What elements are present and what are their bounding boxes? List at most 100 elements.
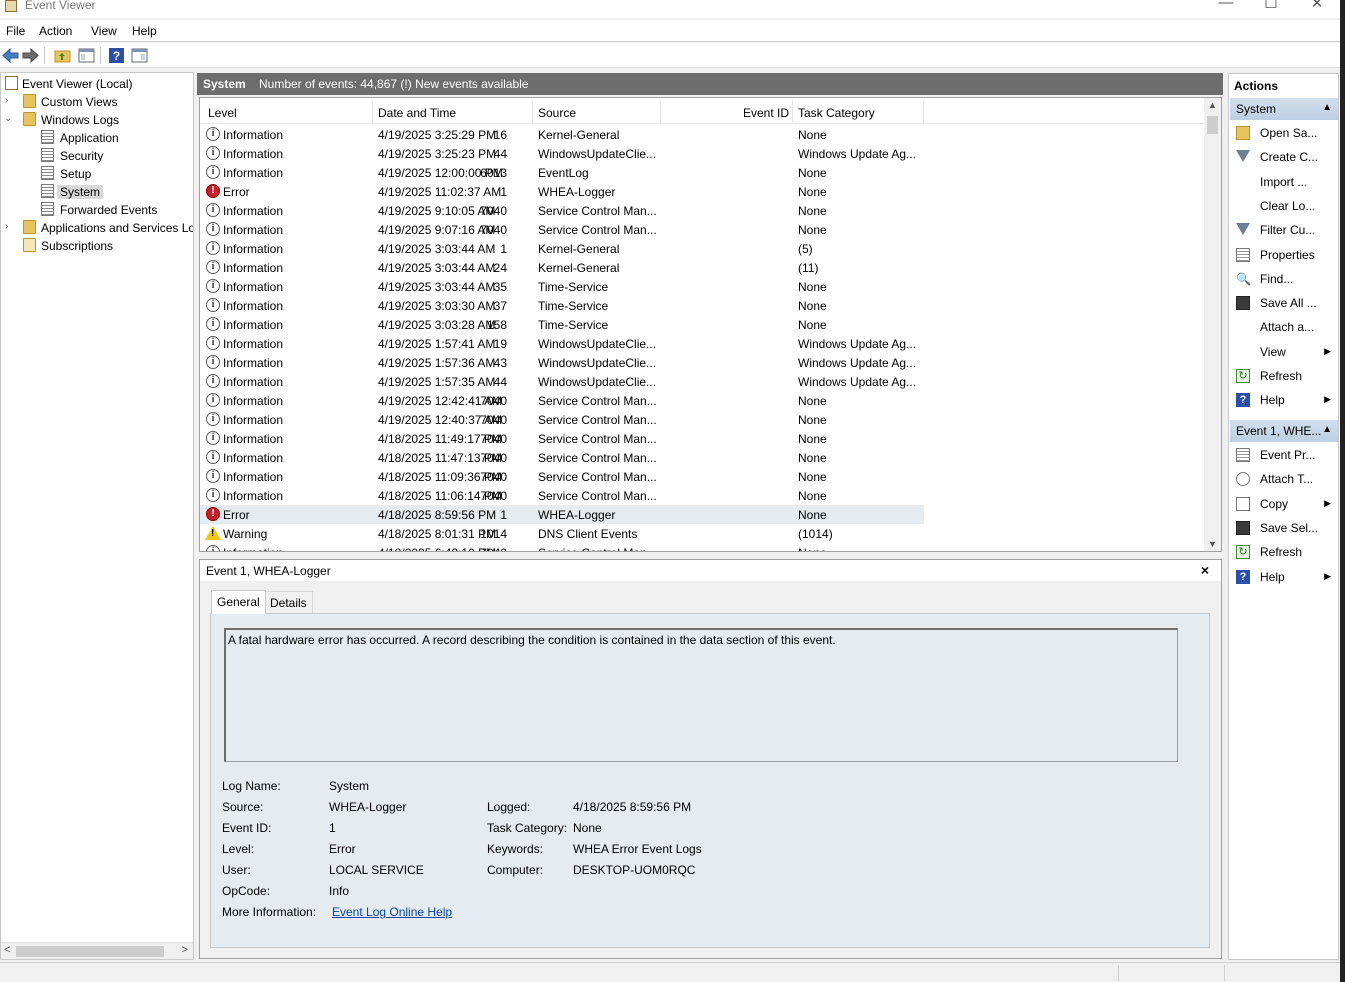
menu-help[interactable]: Help (132, 24, 157, 38)
table-row[interactable]: ! Error 4/18/2025 8:59:56 PM WHEA-Logger 1 No… (200, 505, 924, 524)
tree-item-system[interactable]: System (4, 183, 189, 201)
table-row[interactable]: i Information 4/19/2025 9:10:05 AM Service … (200, 201, 924, 220)
tree-item-subscriptions[interactable]: Subscriptions (4, 237, 189, 255)
column-divider[interactable] (923, 100, 924, 124)
table-row[interactable]: ! Warning 4/18/2025 8:01:31 PM DNS Client E… (200, 524, 924, 543)
action-properties[interactable]: Properties (1229, 245, 1338, 267)
action-refresh[interactable]: ↻ Refresh (1229, 542, 1338, 564)
scroll-thumb[interactable] (16, 946, 164, 957)
action-label: Open Sa... (1260, 126, 1318, 140)
table-row[interactable]: i Information 4/19/2025 12:42:41 AM Service… (200, 391, 924, 410)
event-log-online-help-link[interactable]: Event Log Online Help (332, 905, 452, 919)
column-header-date[interactable]: Date and Time (378, 106, 456, 120)
table-row[interactable]: i Information 4/19/2025 12:00:00 PM EventLo… (200, 163, 924, 182)
tab-general[interactable]: General (211, 590, 266, 614)
action-clear-lo[interactable]: Clear Lo... (1229, 196, 1338, 218)
action-save-all[interactable]: Save All ... (1229, 293, 1338, 315)
column-divider[interactable] (372, 100, 373, 124)
tree-item-security[interactable]: Security (4, 147, 189, 165)
table-row[interactable]: i Information 4/19/2025 3:25:23 PM WindowsU… (200, 144, 924, 163)
event-description-box[interactable]: A fatal hardware error has occurred. A r… (224, 628, 1178, 762)
table-row[interactable]: i Information 4/19/2025 3:03:44 AM Kernel-G… (200, 239, 924, 258)
table-row[interactable]: ! Error 4/19/2025 11:02:37 AM WHEA-Logger 1 N… (200, 182, 924, 201)
close-detail-icon[interactable]: × (1201, 562, 1209, 578)
action-save-sel[interactable]: Save Sel... (1229, 518, 1338, 540)
collapse-chevron-icon[interactable]: ⌄ (4, 113, 12, 124)
table-row[interactable]: i Information 4/19/2025 1:57:35 AM WindowsU… (200, 372, 924, 391)
tree-horizontal-scrollbar[interactable]: < > (1, 942, 193, 959)
tree-item-forwarded-events[interactable]: Forwarded Events (4, 201, 189, 219)
properties-icon (1236, 448, 1250, 462)
action-event-pr[interactable]: Event Pr... (1229, 445, 1338, 467)
show-hide-action-pane-icon[interactable] (131, 47, 148, 64)
column-header-task-category[interactable]: Task Category (798, 106, 875, 120)
collapse-arrow-icon[interactable]: ▲ (1322, 424, 1332, 435)
action-attach-t[interactable]: Attach T... (1229, 469, 1338, 491)
action-filter-cu[interactable]: Filter Cu... (1229, 220, 1338, 242)
action-view[interactable]: View ▶ (1229, 342, 1338, 364)
column-divider[interactable] (532, 100, 533, 124)
action-import[interactable]: Import ... (1229, 172, 1338, 194)
minimize-button[interactable]: — (1203, 0, 1249, 16)
maximize-button[interactable]: ☐ (1248, 0, 1294, 16)
cell-task-category: None (798, 166, 827, 180)
table-row[interactable]: i Information 4/19/2025 1:57:36 AM WindowsU… (200, 353, 924, 372)
tree-item-applications-and-services[interactable]: › Applications and Services Lo (4, 219, 193, 237)
cell-level: Information (223, 299, 284, 313)
table-row[interactable]: iInformation 4/18/2025 6:42:10 PM Service … (200, 543, 924, 551)
forward-arrow-icon[interactable] (22, 47, 39, 64)
column-header-source[interactable]: Source (538, 106, 576, 120)
show-hide-tree-icon[interactable] (78, 47, 95, 64)
table-row[interactable]: i Information 4/18/2025 11:49:17 PM Service… (200, 429, 924, 448)
scroll-left-icon[interactable]: < (4, 944, 10, 956)
table-row[interactable]: i Information 4/19/2025 12:40:37 AM Service… (200, 410, 924, 429)
action-help[interactable]: ? Help ▶ (1229, 567, 1338, 589)
help-icon[interactable]: ? (108, 47, 125, 64)
action-label: Clear Lo... (1260, 198, 1316, 213)
tree-item-event-viewer-local[interactable]: Event Viewer (Local) (4, 75, 189, 93)
table-row[interactable]: i Information 4/18/2025 11:09:36 PM Service… (200, 467, 924, 486)
actions-section-system[interactable]: System ▲ (1230, 98, 1338, 120)
expand-chevron-icon[interactable]: › (5, 95, 8, 106)
tree-item-setup[interactable]: Setup (4, 165, 189, 183)
action-help[interactable]: ? Help ▶ (1229, 390, 1338, 412)
tab-details[interactable]: Details (264, 591, 313, 613)
table-row[interactable]: i Information 4/19/2025 3:03:44 AM Kernel-G… (200, 258, 924, 277)
tree-item-custom-views[interactable]: › Custom Views (4, 93, 189, 111)
column-divider[interactable] (792, 100, 793, 124)
cell-source: WindowsUpdateClie... (538, 147, 657, 161)
back-arrow-icon[interactable] (2, 47, 19, 64)
action-create-c[interactable]: Create C... (1229, 147, 1338, 169)
table-row[interactable]: i Information 4/19/2025 9:07:16 AM Service … (200, 220, 924, 239)
menu-file[interactable]: File (6, 24, 25, 38)
scroll-down-icon[interactable]: ▼ (1208, 539, 1217, 549)
action-refresh[interactable]: ↻ Refresh (1229, 366, 1338, 388)
column-header-level[interactable]: Level (208, 106, 237, 120)
table-row[interactable]: i Information 4/19/2025 3:25:29 PM Kernel-G… (200, 125, 924, 144)
menu-action[interactable]: Action (39, 24, 72, 38)
table-row[interactable]: i Information 4/18/2025 11:47:13 PM Service… (200, 448, 924, 467)
table-row[interactable]: i Information 4/18/2025 11:06:14 PM Service… (200, 486, 924, 505)
menu-view[interactable]: View (91, 24, 117, 38)
action-attach-a[interactable]: Attach a... (1229, 317, 1338, 339)
collapse-arrow-icon[interactable]: ▲ (1322, 102, 1332, 113)
up-folder-icon[interactable] (54, 47, 71, 64)
scroll-right-icon[interactable]: > (182, 944, 188, 956)
column-header-event-id[interactable]: Event ID (743, 106, 789, 120)
actions-section-event[interactable]: Event 1, WHE... ▲ (1230, 420, 1338, 442)
table-row[interactable]: i Information 4/19/2025 3:03:30 AM Time-Ser… (200, 296, 924, 315)
close-window-button[interactable]: ✕ (1294, 0, 1340, 16)
action-find[interactable]: 🔍 Find... (1229, 269, 1338, 291)
table-row[interactable]: i Information 4/19/2025 3:03:28 AM Time-Ser… (200, 315, 924, 334)
scroll-up-icon[interactable]: ▲ (1208, 100, 1217, 110)
table-row[interactable]: i Information 4/19/2025 1:57:41 AM WindowsU… (200, 334, 924, 353)
table-row[interactable]: i Information 4/19/2025 3:03:44 AM Time-Ser… (200, 277, 924, 296)
tree-item-windows-logs[interactable]: ⌄ Windows Logs (4, 111, 189, 129)
scroll-thumb[interactable] (1207, 116, 1218, 134)
action-open-sa[interactable]: Open Sa... (1229, 123, 1338, 145)
grid-vertical-scrollbar[interactable]: ▲ ▼ (1204, 98, 1221, 551)
expand-chevron-icon[interactable]: › (5, 221, 8, 232)
column-divider[interactable] (660, 100, 661, 124)
tree-item-application[interactable]: Application (4, 129, 189, 147)
action-copy[interactable]: Copy ▶ (1229, 494, 1338, 516)
